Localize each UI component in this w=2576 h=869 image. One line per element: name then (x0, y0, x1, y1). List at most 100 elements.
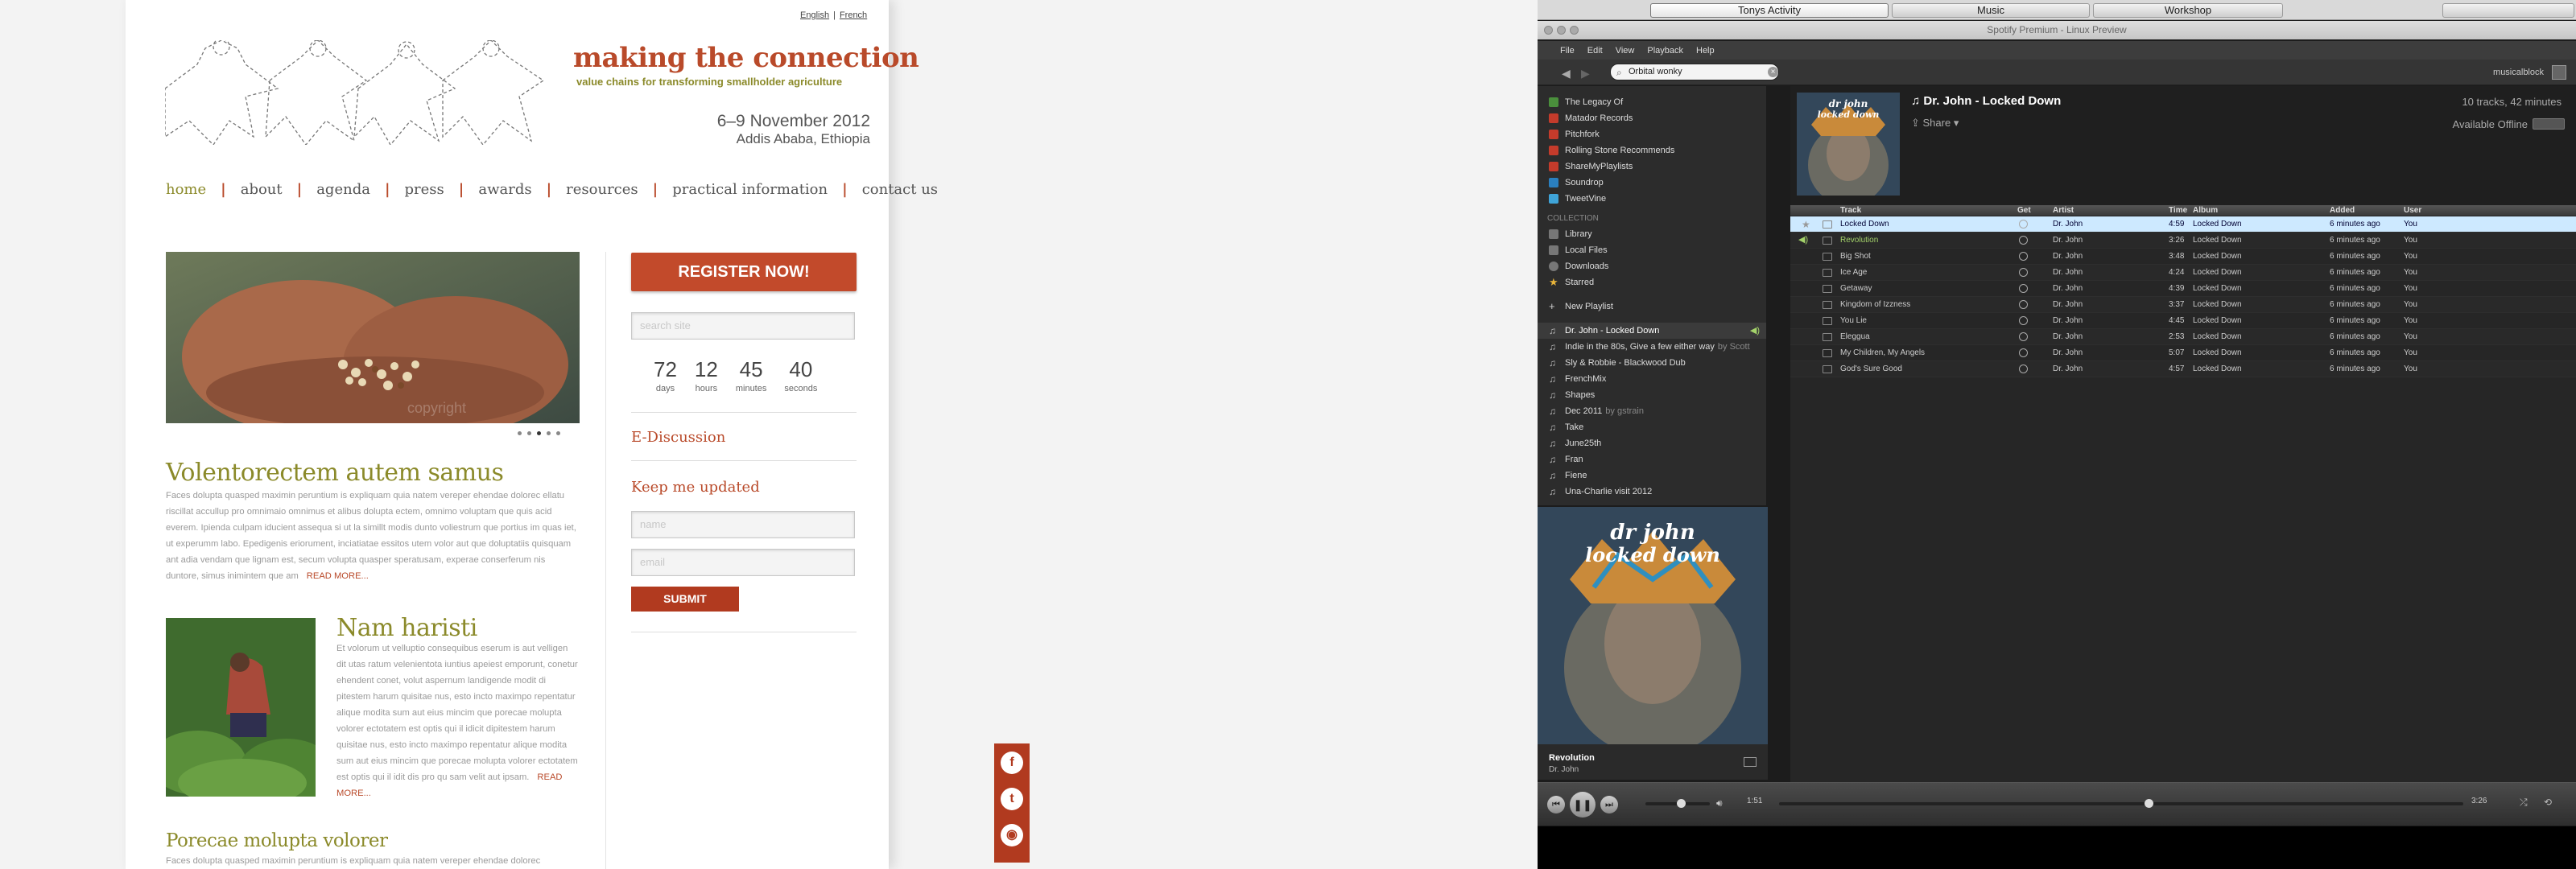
article-title[interactable]: Volentorectem autem samus (166, 459, 504, 487)
nav-agenda[interactable]: agenda (316, 181, 370, 198)
e-discussion-link[interactable]: E-Discussion (631, 429, 725, 446)
share-track-icon[interactable] (1823, 301, 1832, 309)
sidebar-playlist-item[interactable]: ♫ June25th (1538, 435, 1766, 451)
progress-knob[interactable] (2145, 799, 2153, 808)
email-field[interactable] (631, 549, 855, 576)
share-track-icon[interactable] (1823, 317, 1832, 325)
sidebar-app-item[interactable]: Soundrop (1538, 175, 1766, 191)
table-row[interactable]: Getaway Dr. John 4:39 Locked Down 6 minutes … (1790, 281, 2576, 297)
sidebar-playlist-item[interactable]: ♫ Fiene (1538, 467, 1766, 484)
sidebar-playlist-item[interactable]: ♫ Fran (1538, 451, 1766, 467)
volume-knob[interactable] (1677, 799, 1686, 808)
next-icon[interactable]: ⏭ (1600, 796, 1618, 813)
offline-toggle[interactable] (2533, 118, 2565, 130)
sidebar-app-item[interactable]: Pitchfork (1538, 126, 1766, 142)
column-added[interactable]: Added (2330, 205, 2355, 216)
taskbar-tab-tonys-activity[interactable]: Tonys Activity (1650, 3, 1889, 18)
share-track-icon[interactable] (1823, 253, 1832, 261)
column-album[interactable]: Album (2193, 205, 2218, 216)
download-icon[interactable] (2019, 284, 2028, 293)
share-track-icon[interactable] (1823, 269, 1832, 277)
column-time[interactable]: Time (2169, 205, 2187, 216)
menu-edit[interactable]: Edit (1587, 46, 1603, 56)
sidebar-playlist-item[interactable]: ♫ Una-Charlie visit 2012 (1538, 484, 1766, 500)
previous-icon[interactable]: ⏮ (1547, 796, 1565, 813)
clear-search-icon[interactable]: × (1768, 67, 1778, 77)
forward-arrow-icon[interactable]: ▶ (1581, 67, 1590, 80)
avatar[interactable] (2552, 65, 2566, 80)
taskbar-tab[interactable] (2442, 3, 2574, 18)
new-playlist-button[interactable]: + New Playlist (1538, 299, 1766, 315)
sidebar-item-starred[interactable]: ★ Starred (1538, 274, 1766, 290)
share-track-icon[interactable] (1823, 365, 1832, 373)
table-row[interactable]: God's Sure Good Dr. John 4:57 Locked Down 6 … (1790, 361, 2576, 377)
pause-icon[interactable]: ❚❚ (1570, 792, 1596, 818)
sidebar-playlist-item[interactable]: ♫ Indie in the 80s, Give a few either way… (1538, 339, 1766, 355)
shuffle-icon[interactable]: ⤮ (2520, 797, 2528, 809)
download-icon[interactable] (2019, 268, 2028, 277)
share-track-icon[interactable] (1823, 285, 1832, 293)
sidebar-playlist-item[interactable]: ♫ FrenchMix (1538, 371, 1766, 387)
taskbar-tab-workshop[interactable]: Workshop (2093, 3, 2283, 18)
rss-icon[interactable]: ◉ (1001, 824, 1023, 846)
sidebar-playlist-item[interactable]: ♫ Dec 2011 by gstrain (1538, 403, 1766, 419)
sidebar-app-item[interactable]: ShareMyPlaylists (1538, 159, 1766, 175)
search-field[interactable] (631, 312, 855, 340)
share-track-icon[interactable] (1823, 349, 1832, 357)
now-playing-track[interactable]: Revolution (1549, 753, 1595, 763)
slider-dot[interactable] (556, 431, 560, 435)
now-playing-album-art[interactable]: dr john locked down (1538, 507, 1768, 744)
article-image-farmer-in-field[interactable] (166, 618, 316, 797)
sidebar-item-downloads[interactable]: Downloads (1538, 258, 1766, 274)
download-icon[interactable] (2019, 236, 2028, 245)
hero-image-hands-with-seeds[interactable]: copyright (166, 252, 580, 423)
table-row[interactable]: My Children, My Angels Dr. John 5:07 Locked… (1790, 345, 2576, 361)
name-input[interactable] (640, 518, 846, 530)
sidebar-app-item[interactable]: The Legacy Of (1538, 94, 1766, 110)
slider-dot[interactable] (527, 431, 531, 435)
table-row[interactable]: Ice Age Dr. John 4:24 Locked Down 6 minutes … (1790, 265, 2576, 281)
back-arrow-icon[interactable]: ◀ (1562, 67, 1571, 80)
share-track-icon[interactable] (1823, 220, 1832, 229)
submit-button[interactable]: SUBMIT (631, 587, 739, 612)
article-title[interactable]: Nam haristi (336, 614, 477, 642)
nav-home[interactable]: home (166, 181, 206, 198)
minimize-icon[interactable] (1557, 26, 1566, 35)
sidebar-playlist-item[interactable]: ♫ Dr. John - Locked Down ◀) (1538, 323, 1766, 339)
taskbar-tab-music[interactable]: Music (1892, 3, 2090, 18)
share-track-icon[interactable] (1823, 237, 1832, 245)
star-icon[interactable]: ★ (1802, 219, 1810, 230)
twitter-icon[interactable]: t (1001, 788, 1023, 810)
sidebar-item-local-files[interactable]: Local Files (1538, 242, 1766, 258)
menu-playback[interactable]: Playback (1647, 46, 1683, 56)
username[interactable]: musicalblock (2493, 68, 2544, 77)
progress-slider[interactable] (1779, 799, 2463, 808)
download-icon[interactable] (2019, 348, 2028, 357)
close-icon[interactable] (1544, 26, 1553, 35)
share-track-icon[interactable] (1823, 333, 1832, 341)
column-track[interactable]: Track (1840, 205, 1861, 216)
table-row[interactable]: Big Shot Dr. John 3:48 Locked Down 6 minutes… (1790, 249, 2576, 265)
nav-resources[interactable]: resources (566, 181, 638, 198)
share-button[interactable]: ⇪ Share ▾ (1911, 117, 1959, 130)
search-input[interactable]: Orbital wonky (1610, 64, 1779, 80)
column-user[interactable]: User (2404, 205, 2421, 216)
download-icon[interactable] (2019, 364, 2028, 373)
menu-help[interactable]: Help (1696, 46, 1715, 56)
register-now-button[interactable]: REGISTER NOW! (631, 253, 857, 291)
article-title[interactable]: Porecae molupta volorer (166, 830, 388, 851)
facebook-icon[interactable]: f (1001, 752, 1023, 774)
nav-press[interactable]: press (405, 181, 444, 198)
nav-contact-us[interactable]: contact us (862, 181, 938, 198)
table-row[interactable]: You Lie Dr. John 4:45 Locked Down 6 minutes … (1790, 313, 2576, 329)
sidebar-app-item[interactable]: Rolling Stone Recommends (1538, 142, 1766, 159)
email-input[interactable] (640, 556, 846, 568)
table-row[interactable]: Kingdom of Izzness Dr. John 3:37 Locked Dow… (1790, 297, 2576, 313)
slider-dot[interactable] (547, 431, 551, 435)
download-icon[interactable] (2019, 220, 2028, 229)
table-row[interactable]: Eleggua Dr. John 2:53 Locked Down 6 minutes … (1790, 329, 2576, 345)
nav-practical-information[interactable]: practical information (672, 181, 828, 198)
name-field[interactable] (631, 511, 855, 538)
maximize-icon[interactable] (1570, 26, 1579, 35)
menu-view[interactable]: View (1616, 46, 1635, 56)
